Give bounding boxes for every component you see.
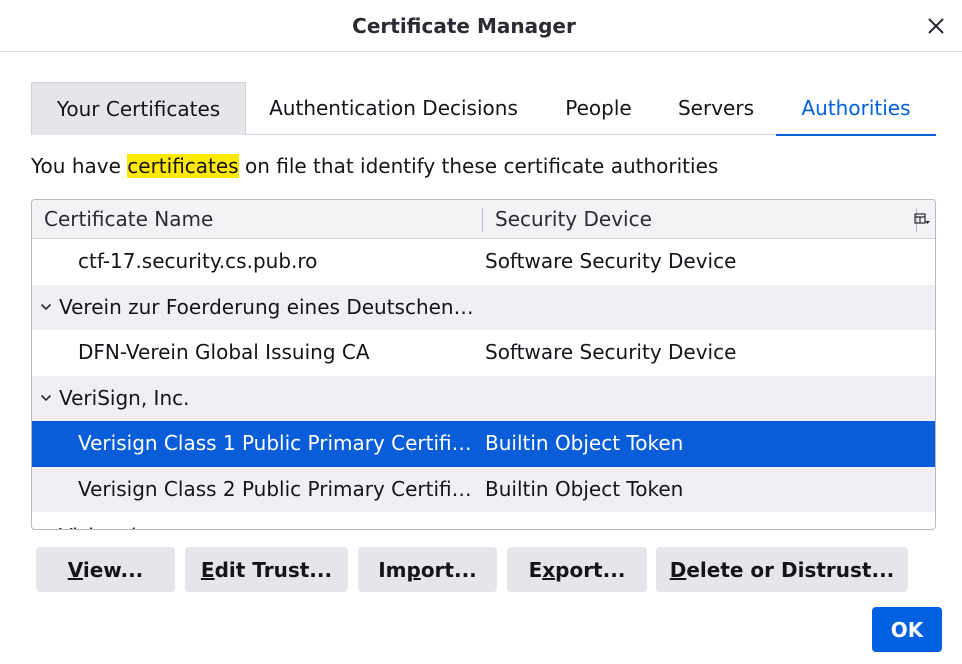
edit-trust-button[interactable]: Edit Trust... — [185, 547, 348, 592]
tree-row[interactable]: DFN-Verein Global Issuing CA Software Se… — [32, 330, 935, 376]
tab-label: People — [565, 96, 632, 120]
tab-authorities[interactable]: Authorities — [776, 82, 936, 136]
titlebar: Certificate Manager — [0, 0, 962, 52]
window-title: Certificate Manager — [352, 14, 576, 38]
tree-row-selected[interactable]: Verisign Class 1 Public Primary Certifi…… — [32, 421, 935, 467]
cell-certificate-name: Verisign Class 2 Public Primary Certifi… — [78, 476, 472, 501]
tree-group-row[interactable]: VeriSign, Inc. — [32, 375, 935, 421]
find-highlight: certificates — [127, 154, 239, 178]
tab-label: Authentication Decisions — [269, 96, 518, 120]
column-header-security-device[interactable]: Security Device — [495, 200, 652, 239]
cell-certificate-name: VeriSign, Inc. — [59, 385, 190, 410]
cell-certificate-name: Verisign Class 1 Public Primary Certifi… — [78, 431, 472, 455]
cell-certificate-name: Visionaire — [59, 514, 499, 529]
cell-security-device: Builtin Object Token — [485, 431, 684, 455]
tree-row[interactable]: Verisign Class 2 Public Primary Certifi…… — [32, 466, 935, 512]
close-button[interactable] — [922, 12, 950, 40]
tree-row[interactable]: ctf-17.security.cs.pub.ro Software Secur… — [32, 239, 935, 285]
cell-security-device: Software Security Device — [485, 340, 737, 364]
delete-or-distrust-button[interactable]: Delete or Distrust... — [656, 547, 908, 592]
tab-label: Your Certificates — [56, 97, 221, 121]
twisty-toggle[interactable] — [40, 285, 54, 330]
twisty-toggle[interactable] — [40, 376, 54, 421]
cell-certificate-name: DFN-Verein Global Issuing CA — [78, 340, 370, 364]
chevron-down-icon — [40, 394, 52, 401]
column-header-certificate-name[interactable]: Certificate Name — [44, 200, 213, 239]
tab-servers[interactable]: Servers — [656, 82, 776, 135]
certificate-manager-dialog: Certificate Manager Your Certificates Au… — [0, 0, 962, 664]
tree-group-row[interactable]: Verein zur Foerderung eines Deutschen… — [32, 284, 935, 330]
column-picker-icon — [914, 213, 930, 224]
view-button[interactable]: View... — [36, 547, 175, 592]
description-text: You have certificates on file that ident… — [31, 154, 719, 178]
column-splitter[interactable] — [482, 208, 483, 232]
tab-your-certificates[interactable]: Your Certificates — [31, 82, 246, 135]
chevron-down-icon — [40, 303, 52, 310]
tab-people[interactable]: People — [541, 82, 656, 135]
tree-rows: ctf-17.security.cs.pub.ro Software Secur… — [32, 239, 935, 529]
tab-authentication-decisions[interactable]: Authentication Decisions — [246, 82, 541, 135]
tree-header: Certificate Name Security Device — [32, 200, 935, 239]
tab-label: Authorities — [801, 96, 911, 120]
cell-security-device: Builtin Object Token — [485, 476, 684, 501]
close-icon — [928, 18, 944, 34]
tab-strip: Your Certificates Authentication Decisio… — [31, 82, 936, 136]
ok-button[interactable]: OK — [872, 607, 942, 652]
cell-certificate-name: Verein zur Foerderung eines Deutschen… — [59, 294, 474, 319]
export-button[interactable]: Export... — [507, 547, 647, 592]
cell-security-device: Software Security Device — [485, 249, 737, 273]
certificate-tree[interactable]: Certificate Name Security Device ctf-17.… — [31, 199, 936, 530]
cell-certificate-name: ctf-17.security.cs.pub.ro — [78, 249, 318, 273]
tab-label: Servers — [677, 96, 754, 120]
tree-row-partial[interactable]: Visionaire — [32, 512, 935, 529]
column-picker-button[interactable] — [913, 208, 931, 232]
import-button[interactable]: Import... — [358, 547, 497, 592]
